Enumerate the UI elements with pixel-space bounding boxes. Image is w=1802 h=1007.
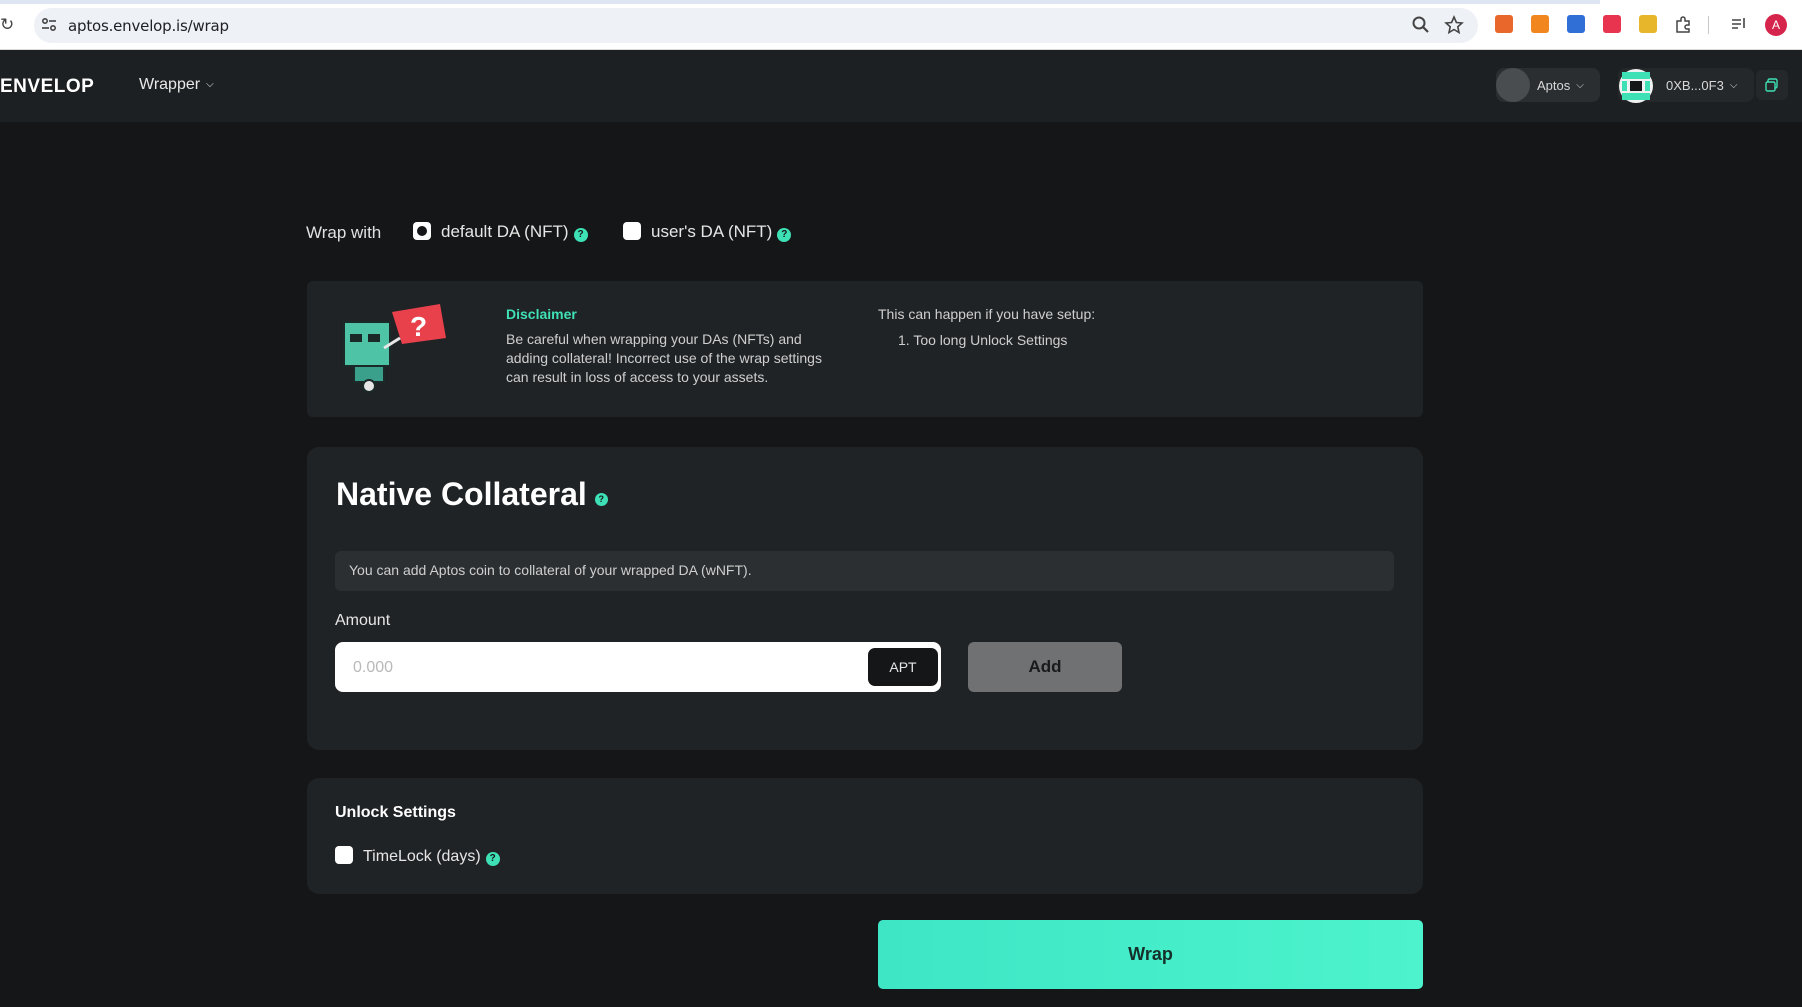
zoom-icon[interactable]: [1410, 14, 1432, 36]
svg-text:?: ?: [410, 311, 427, 342]
chevron-down-icon: ⌵: [206, 79, 214, 90]
envelop-logo[interactable]: ENVELOP: [0, 76, 94, 98]
metamask-extension-icon[interactable]: [1531, 15, 1549, 33]
profile-avatar[interactable]: A: [1765, 14, 1787, 36]
extension-4-icon[interactable]: [1603, 15, 1621, 33]
help-icon[interactable]: ?: [777, 228, 792, 242]
wrap-button[interactable]: Wrap: [878, 920, 1423, 989]
chevron-down-icon: ⌵: [1729, 80, 1738, 91]
radio-user-da[interactable]: [623, 222, 641, 240]
chain-selector[interactable]: Aptos ⌵: [1496, 68, 1600, 102]
option-user-da[interactable]: user's DA (NFT)?: [623, 222, 792, 242]
toolbar-separator: [1708, 16, 1709, 34]
timelock-checkbox[interactable]: [335, 846, 353, 864]
unlock-settings-title: Unlock Settings: [335, 804, 456, 821]
chain-label: Aptos ⌵: [1537, 78, 1584, 93]
url-text[interactable]: aptos.envelop.is/wrap: [68, 17, 229, 35]
timelock-label: TimeLock (days): [363, 848, 481, 865]
extension-5-icon[interactable]: [1639, 15, 1657, 33]
disclaimer-body: Be careful when wrapping your DAs (NFTs)…: [506, 331, 822, 385]
media-controls-icon[interactable]: [1730, 15, 1748, 33]
help-icon[interactable]: ?: [594, 493, 608, 506]
copy-icon: [1765, 78, 1778, 92]
copy-address-button[interactable]: [1756, 70, 1788, 100]
extension-1-icon[interactable]: [1495, 15, 1513, 33]
tab-strip-edge: [0, 0, 1600, 4]
browser-toolbar: ↻ aptos.envelop.is/wrap A: [0, 0, 1802, 50]
disclaimer-title: Disclaimer: [506, 306, 577, 322]
amount-field[interactable]: [335, 642, 941, 692]
reload-icon[interactable]: ↻: [0, 14, 14, 36]
amount-label: Amount: [335, 612, 391, 629]
wallet-address: 0XB...0F3 ⌵: [1666, 78, 1738, 93]
wallet-selector[interactable]: 0XB...0F3 ⌵: [1618, 68, 1754, 103]
address-bar[interactable]: [34, 8, 1478, 43]
help-icon[interactable]: ?: [573, 228, 588, 242]
wallet-avatar-icon: [1619, 69, 1653, 103]
unlock-settings-card: [307, 778, 1423, 894]
native-collateral-title: Native Collateral?: [336, 476, 608, 513]
extensions-puzzle-icon[interactable]: [1674, 15, 1692, 33]
option-default-da-label: default DA (NFT): [441, 222, 569, 241]
native-collateral-info: You can add Aptos coin to collateral of …: [335, 551, 1394, 591]
extension-3-icon[interactable]: [1567, 15, 1585, 33]
currency-selector-button[interactable]: APT: [868, 648, 938, 686]
wrap-with-label: Wrap with: [306, 223, 382, 242]
chain-avatar: [1496, 68, 1530, 102]
bookmark-star-icon[interactable]: [1443, 14, 1465, 36]
option-default-da[interactable]: default DA (NFT)?: [413, 222, 588, 242]
add-collateral-button[interactable]: Add: [968, 642, 1122, 692]
help-icon[interactable]: ?: [485, 852, 500, 866]
site-settings-icon[interactable]: [40, 16, 58, 34]
nav-wrapper-dropdown[interactable]: Wrapper ⌵: [139, 76, 214, 94]
robot-warning-illustration: ?: [343, 304, 446, 393]
amount-input[interactable]: [353, 657, 853, 679]
disclaimer-card: [307, 281, 1423, 417]
radio-default-da[interactable]: [413, 222, 431, 240]
disclaimer-right-intro: This can happen if you have setup:: [878, 306, 1096, 322]
timelock-option[interactable]: TimeLock (days)?: [335, 846, 500, 866]
option-user-da-label: user's DA (NFT): [651, 222, 773, 241]
chevron-down-icon: ⌵: [1576, 80, 1584, 91]
nav-wrapper-label: Wrapper: [139, 76, 201, 93]
disclaimer-list-item: 1. Too long Unlock Settings: [898, 332, 1068, 348]
